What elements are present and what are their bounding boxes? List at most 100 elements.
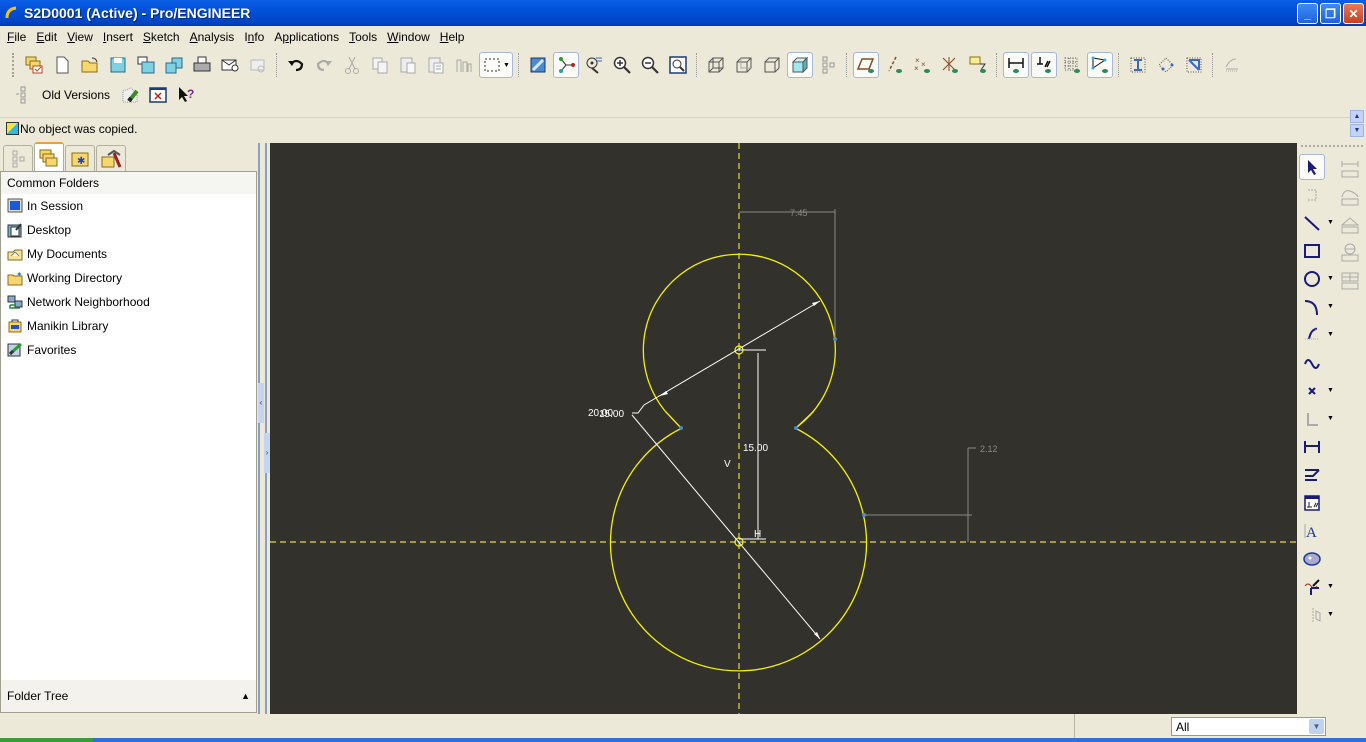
connections-tab[interactable] [96,145,126,171]
display-grid-button[interactable] [1059,52,1085,78]
menu-analysis[interactable]: Analysis [185,27,240,47]
section-analysis-button[interactable] [1337,268,1363,294]
folder-browser-tab[interactable] [34,142,64,171]
sketch-orient-button[interactable] [553,52,579,78]
folder-item-my-documents[interactable]: My Documents [1,242,256,266]
weak-horizontal-label[interactable]: 7.45 [790,208,808,218]
spline-button[interactable] [1299,350,1325,376]
menu-window[interactable]: Window [382,27,435,47]
arc-dropdown-icon[interactable]: ▼ [1327,303,1334,310]
redo-button[interactable] [311,52,337,78]
vertex-point[interactable] [794,426,798,430]
new-button[interactable] [49,52,75,78]
edit-button[interactable] [117,82,143,108]
center-distance-label[interactable]: 15.00 [743,443,768,454]
old-versions-button[interactable]: Old Versions [36,88,116,102]
weak-vertical-label[interactable]: 2.12 [980,444,998,454]
paste-button[interactable] [395,52,421,78]
circle-button[interactable] [1299,266,1325,292]
start-button[interactable] [0,738,93,742]
undo-button[interactable] [283,52,309,78]
line-dropdown-icon[interactable]: ▼ [1327,219,1334,226]
text-button[interactable]: A [1299,518,1325,544]
folder-item-working-directory[interactable]: ✦ Working Directory [1,266,256,290]
distance-analysis-button[interactable] [1337,156,1363,182]
vertical-constraint-label[interactable]: V [724,459,731,470]
refit-button[interactable] [665,52,691,78]
notch-line-left-upper[interactable] [664,410,682,429]
csys-dropdown-icon[interactable]: ▼ [1327,415,1334,422]
context-help-button[interactable]: ? [173,82,199,108]
toolbar-grip[interactable] [12,53,16,77]
arc-button[interactable] [1299,294,1325,320]
csys-button[interactable] [1299,406,1325,432]
model-tree-button[interactable] [815,52,841,78]
restore-button[interactable]: ❐ [1320,3,1341,24]
send-mail-button[interactable] [217,52,243,78]
modify-button[interactable] [1299,462,1325,488]
menu-applications[interactable]: Applications [269,27,344,47]
folder-item-manikin-library[interactable]: Manikin Library [1,314,256,338]
menu-view[interactable]: View [62,27,98,47]
repaint-button[interactable] [525,52,551,78]
line-button[interactable] [1299,210,1325,236]
fillet-button[interactable] [1299,322,1325,348]
datum-csys-button[interactable] [937,52,963,78]
close-button[interactable]: ✕ [1343,3,1364,24]
favorites-tab[interactable]: ✱ [65,145,95,171]
construction-mode-button[interactable] [1299,182,1325,208]
point-dropdown-icon[interactable]: ▼ [1327,387,1334,394]
wireframe-button[interactable] [703,52,729,78]
circle-dropdown-icon[interactable]: ▼ [1327,275,1334,282]
notch-line-right-upper[interactable] [795,410,815,429]
datum-planes-button[interactable] [853,52,879,78]
folder-item-desktop[interactable]: Desktop [1,218,256,242]
paste-special-button[interactable] [423,52,449,78]
message-scroll-down[interactable]: ▼ [1350,124,1364,137]
shade-closed-loops-button[interactable] [1181,52,1207,78]
folder-tree-toggle[interactable]: Folder Tree ▲ [1,680,256,712]
highlight-open-ends-button[interactable] [1219,52,1245,78]
menu-insert[interactable]: Insert [98,27,138,47]
folder-item-network-neighborhood[interactable]: Network Neighborhood [1,290,256,314]
select-button[interactable] [1299,154,1325,180]
selection-box-button[interactable]: ▼ [479,52,513,78]
model-tree-tab[interactable] [3,145,33,171]
folder-item-favorites[interactable]: Favorites [1,338,256,362]
folder-item-in-session[interactable]: In Session [1,194,256,218]
minimize-button[interactable]: _ [1297,3,1318,24]
trim-dropdown-icon[interactable]: ▼ [1327,583,1334,590]
mirror-dropdown-icon[interactable]: ▼ [1327,611,1334,618]
select-window-button[interactable] [21,52,47,78]
constraints-button[interactable] [1299,490,1325,516]
sketch-diagnostics-button[interactable] [1125,52,1151,78]
curvature-analysis-button[interactable] [1337,184,1363,210]
backup-button[interactable] [161,52,187,78]
datum-axes-button[interactable] [881,52,907,78]
trim-button[interactable] [1299,574,1325,600]
save-button[interactable] [105,52,131,78]
sketch-canvas[interactable]: 20.00 15.00 15.00 7.45 2.12 V H [270,143,1297,714]
palette-button[interactable] [1299,546,1325,572]
zoom-out-button[interactable] [637,52,663,78]
zoom-in-button[interactable] [609,52,635,78]
menu-tools[interactable]: Tools [344,27,382,47]
display-vertices-button[interactable] [1087,52,1113,78]
bottom-diameter-label[interactable]: 15.00 [599,409,624,420]
lower-diameter-dim-line[interactable] [631,414,821,640]
spin-center-button[interactable] [581,52,607,78]
regenerate-button[interactable] [451,52,477,78]
menu-sketch[interactable]: Sketch [138,27,185,47]
fillet-dropdown-icon[interactable]: ▼ [1327,331,1334,338]
save-copy-button[interactable] [133,52,159,78]
vertex-point[interactable] [679,426,683,430]
display-constraints-button[interactable] [1031,52,1057,78]
chevron-down-icon[interactable]: ▼ [1309,719,1324,734]
overlapping-geometry-button[interactable] [1153,52,1179,78]
rectangle-button[interactable] [1299,238,1325,264]
upper-diameter-dim-line[interactable] [643,300,821,406]
cut-button[interactable] [339,52,365,78]
mirror-button[interactable] [1303,602,1329,628]
datum-points-button[interactable]: × × × [909,52,935,78]
close-window-button[interactable] [145,82,171,108]
